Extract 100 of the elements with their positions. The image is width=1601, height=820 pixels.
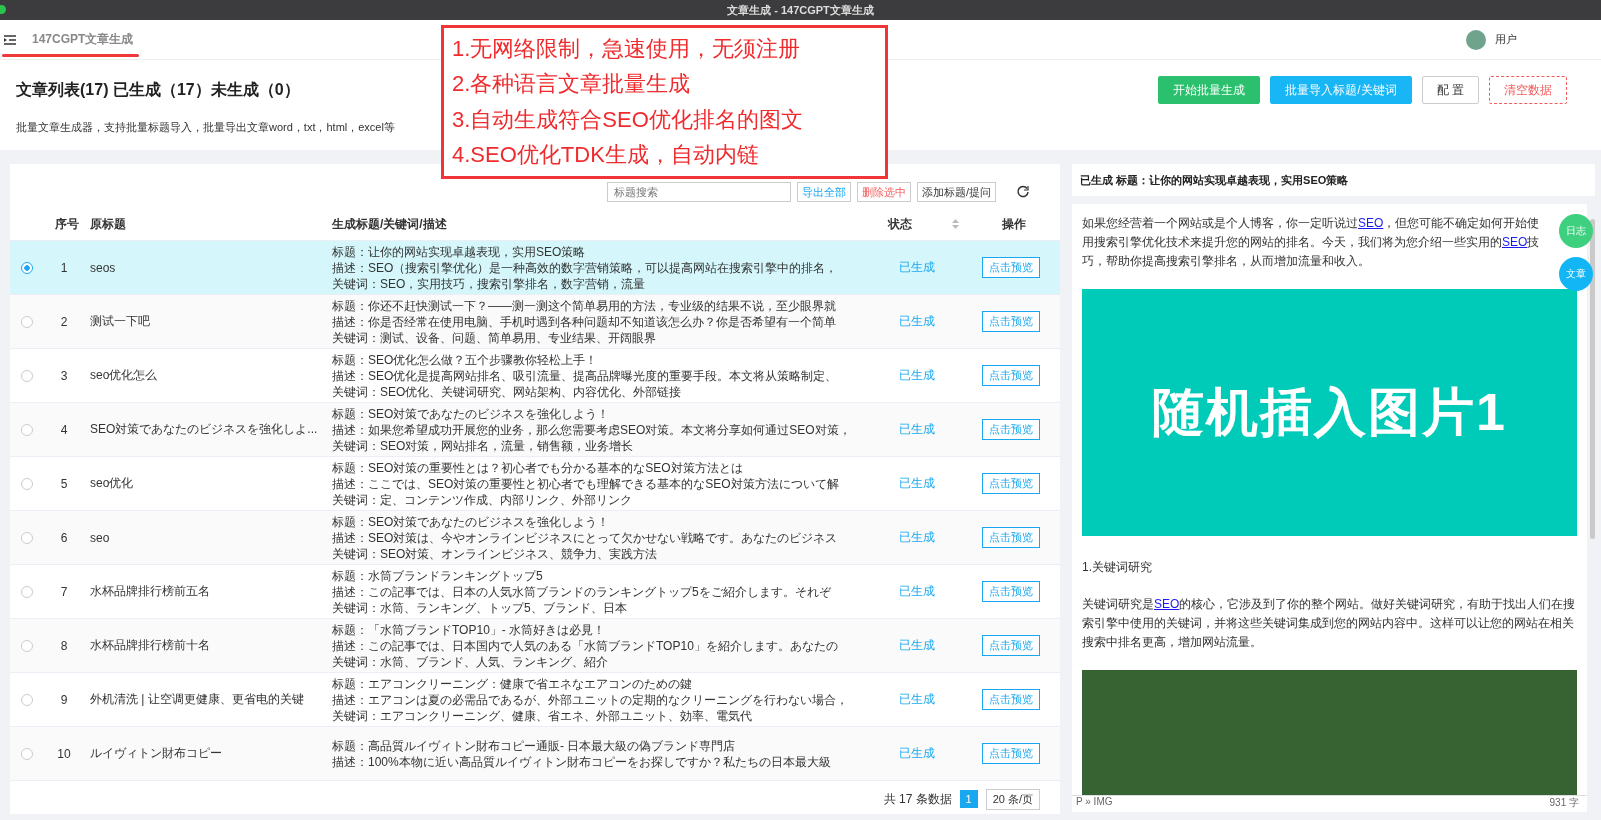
column-header: 原标题 (89, 215, 127, 233)
generated-line: 关键词：水筒、ランキング、トップ5、ブランド、日本 (332, 599, 628, 616)
index-cell-text: 8 (59, 638, 69, 653)
header-button[interactable]: 清空数据 (1489, 76, 1567, 104)
article-paragraph: 如果您经营着一个网站或是个人博客，你一定听说过SEO，但您可能不确定如何开始使用搜索引擎优化技术来提升您的网站的排名。今天，我们将为您介绍一些实用的SEO技巧，帮助你提高搜索引擎排名，从而增加流量和收入。 (1082, 215, 1541, 270)
user-name[interactable]: 用户 (1495, 32, 1517, 47)
generated-line: 标题：SEO対策であなたのビジネスを強化しよう！ (332, 405, 611, 422)
column-header: 生成标题/关键词/描述 (331, 215, 448, 233)
row-radio[interactable] (21, 531, 33, 544)
index-cell-text: 6 (59, 530, 69, 545)
status-cell-text: 已生成 (898, 529, 936, 546)
preview-button[interactable]: 点击预览 (982, 473, 1040, 494)
generated-line: 关键词：测试、设备、问题、简单易用、专业结果、开阔眼界 (332, 329, 657, 346)
toolbar-button[interactable]: 导出全部 (796, 182, 851, 202)
preview-button[interactable]: 点击预览 (982, 311, 1040, 332)
generated-line: 关键词：SEO，实用技巧，搜索引擎排名，数字营销，流量 (332, 275, 647, 292)
menu-fold-icon[interactable] (4, 34, 16, 45)
sort-icon[interactable] (951, 219, 959, 229)
index-cell-text: 1 (59, 260, 69, 275)
generated-line: 描述：エアコンは夏の必需品であるが、外部ユニットの定期的なクリーニングを行わない場合， (332, 691, 849, 708)
scrollbar-thumb[interactable] (1590, 219, 1595, 539)
index-cell-text: 10 (56, 746, 72, 761)
generated-line: 描述：SEO対策は、今やオンラインビジネスにとって欠かせない戦略です。あなたのビジネス (332, 529, 839, 546)
row-radio[interactable] (21, 477, 33, 490)
preview-button[interactable]: 点击预览 (982, 527, 1040, 548)
preview-button[interactable]: 点击预览 (982, 257, 1040, 278)
generated-line: 标题：水筒ブランドランキングトップ5 (332, 567, 544, 584)
row-radio[interactable] (21, 639, 33, 652)
toolbar-button[interactable]: 添加标题/提问 (916, 182, 996, 202)
generated-line: 标题：SEO対策であなたのビジネスを強化しよう！ (332, 513, 611, 530)
app-name: 147CGPT文章生成 (32, 31, 134, 48)
generated-line: 标题：你还不赶快测试一下？——测一测这个简单易用的方法，专业级的结果不说，至少眼界就 (332, 297, 837, 314)
column-header: 状态 (887, 215, 912, 233)
word-count: 931 字 (1549, 796, 1579, 810)
row-radio[interactable] (21, 585, 33, 598)
status-cell-text: 已生成 (898, 475, 936, 492)
generated-line: 关键词：SEO対策、オンラインビジネス、競争力、実践方法 (332, 545, 659, 562)
seo-link[interactable]: SEO (1154, 597, 1180, 611)
preview-button[interactable]: 点击预览 (982, 689, 1040, 710)
generated-line: 标题：エアコンクリーニング：健康で省エネなエアコンのための鍵 (332, 675, 693, 692)
total-count: 共 17 条数据 (883, 790, 952, 808)
header-button[interactable]: 批量导入标题/关键词 (1270, 76, 1412, 104)
toolbar-button[interactable]: 删除选中 (856, 182, 911, 202)
index-cell-text: 2 (59, 314, 69, 329)
generated-line: 关键词：定、コンテンツ作成、内部リンク、外部リンク (332, 491, 633, 508)
preview-button[interactable]: 点击预览 (982, 743, 1040, 764)
header-button[interactable]: 配 置 (1421, 76, 1479, 104)
row-radio[interactable] (21, 315, 33, 328)
index-cell-text: 9 (59, 692, 69, 707)
generated-line: 标题：高品質ルイヴィトン財布コピー通販- 日本最大級の偽ブランド専門店 (332, 737, 737, 754)
generated-line: 关键词：SEO对策，网站排名，流量，销售额，业务增长 (332, 437, 635, 454)
page-button[interactable]: 1 (959, 790, 978, 808)
status-cell-text: 已生成 (898, 367, 936, 384)
refresh-icon[interactable] (1016, 185, 1030, 199)
index-cell-text: 3 (59, 368, 69, 383)
title-cell-text: 外机清洗 | 让空调更健康、更省电的关键 (89, 691, 305, 708)
window-title: 文章生成 - 147CGPT文章生成 (727, 2, 874, 18)
status-cell-text: 已生成 (898, 745, 936, 762)
generated-line: 标题：SEO优化怎么做？五个步骤教你轻松上手！ (332, 351, 599, 368)
preview-button[interactable]: 点击预览 (982, 365, 1040, 386)
status-cell-text: 已生成 (898, 691, 936, 708)
title-cell-text: ルイヴィトン財布コピー (89, 745, 223, 762)
generated-line: 关键词：SEO优化、关键词研究、网站架构、内容优化、外部链接 (332, 383, 683, 400)
generated-line: 描述：この記事では、日本の人気水筒ブランドのランキングトップ5をご紹介します。それぞ (332, 583, 832, 600)
generated-line: 描述：你是否经常在使用电脑、手机时遇到各种问题却不知道该怎么办？你是否希望有一个简单 (332, 313, 837, 330)
row-radio[interactable] (21, 693, 33, 706)
title-cell-text: 测试一下吧 (89, 313, 151, 330)
title-cell-text: seo优化怎么 (89, 367, 159, 384)
search-field[interactable]: 标题搜索 (606, 182, 791, 202)
title-cell-text: seo优化 (89, 475, 135, 492)
preview-title: 已生成 标题：让你的网站实现卓越表现，实用SEO策略 (1072, 164, 1595, 196)
page-size-select[interactable]: 20 条/页 (985, 788, 1040, 810)
row-radio[interactable] (21, 369, 33, 382)
status-cell-text: 已生成 (898, 421, 936, 438)
generated-line: 关键词：水筒、ブランド、人気、ランキング、紹介 (332, 653, 609, 670)
generated-line: 描述：この記事では、日本国内で人気のある「水筒ブランドTOP10」を紹介します。あなたの (332, 637, 839, 654)
generated-line: 描述：100%本物に近い高品質ルイヴィトン財布コピーをお探しですか？私たちの日本最大級 (332, 753, 832, 770)
generated-line: 描述：ここでは、SEO対策の重要性と初心者でも理解できる基本的なSEO対策方法について解 (332, 475, 840, 492)
title-cell-text: 水杯品牌排行榜前五名 (89, 583, 211, 600)
row-radio[interactable] (21, 423, 33, 436)
preview-button[interactable]: 点击预览 (982, 419, 1040, 440)
status-cell-text: 已生成 (898, 313, 936, 330)
preview-button[interactable]: 点击预览 (982, 635, 1040, 656)
status-cell-text: 已生成 (898, 637, 936, 654)
generated-line: 关键词：エアコンクリーニング、健康、省エネ、外部ユニット、効率、電気代 (332, 707, 753, 724)
header-button[interactable]: 开始批量生成 (1158, 76, 1261, 104)
status-cell-text: 已生成 (898, 259, 936, 276)
generated-line: 标题：「水筒ブランドTOP10」- 水筒好きは必見！ (332, 621, 607, 638)
generated-line: 标题：SEO対策の重要性とは？初心者でも分かる基本的なSEO対策方法とは (332, 459, 744, 476)
article-paragraph: 关键词研究是SEO的核心，它涉及到了你的整个网站。做好关键词研究，有助于找出人们在搜索引擎中使用的关键词，并将这些关键词集成到您的网站内容中。这样可以让您的网站在相关搜索中排名更高，增加网站流量。 (1082, 596, 1577, 651)
title-cell-text: SEO対策であなたのビジネスを強化しよ... (89, 421, 319, 438)
row-radio[interactable] (21, 747, 33, 760)
row-radio[interactable] (21, 261, 33, 274)
index-cell-text: 4 (59, 422, 69, 437)
avatar-icon[interactable] (1466, 29, 1486, 50)
preview-button[interactable]: 点击预览 (982, 581, 1040, 602)
annotation-line: 3.自动生成符合SEO优化排名的图文 (452, 106, 804, 133)
seo-link[interactable]: SEO (1502, 235, 1528, 249)
seo-link[interactable]: SEO (1358, 216, 1384, 230)
generated-line: 描述：如果您希望成功开展您的业务，那么您需要考虑SEO对策。本文将分享如何通过SEO对策， (332, 421, 852, 438)
